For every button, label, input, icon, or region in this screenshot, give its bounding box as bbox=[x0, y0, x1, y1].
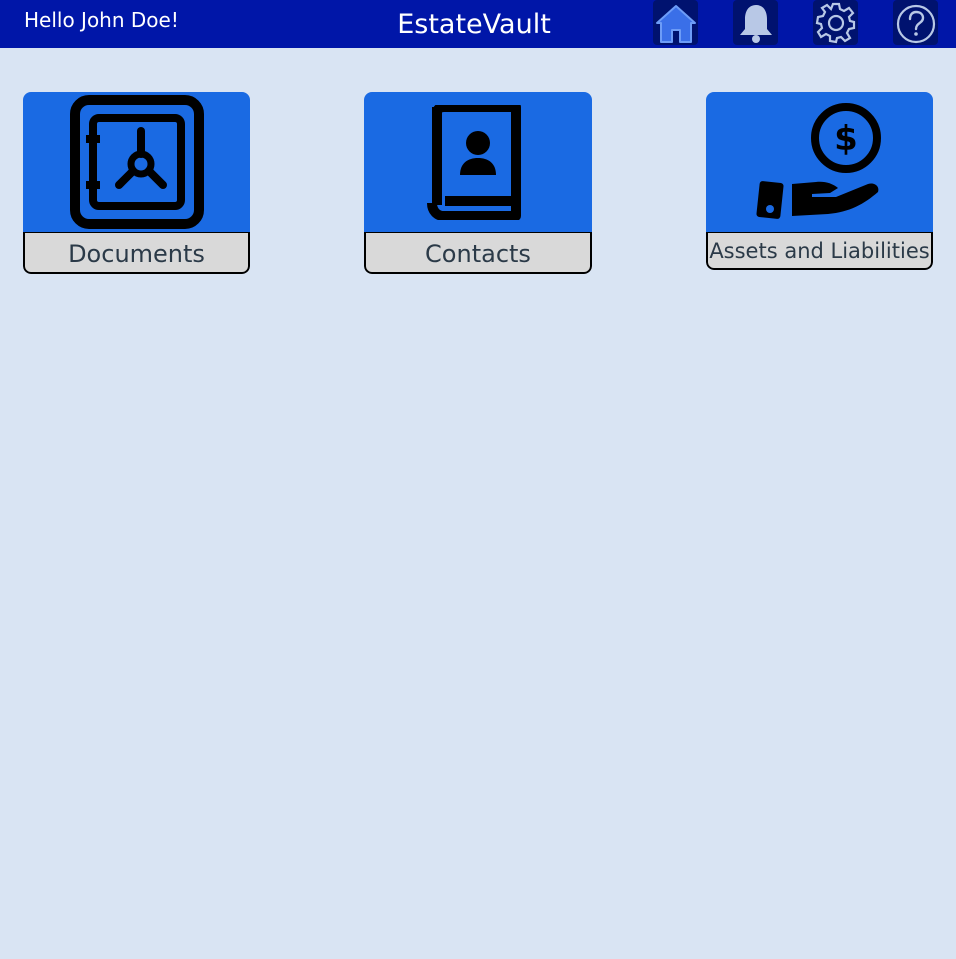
hand-coin-icon: $ bbox=[755, 103, 881, 219]
contacts-card[interactable]: Contacts bbox=[364, 92, 592, 274]
app-title: EstateVault bbox=[397, 9, 551, 40]
documents-card-image bbox=[23, 92, 250, 232]
greeting-text: Hello John Doe! bbox=[24, 8, 179, 32]
contacts-card-image bbox=[364, 92, 592, 232]
documents-label: Documents bbox=[23, 232, 250, 274]
bell-icon bbox=[739, 4, 772, 43]
help-icon bbox=[896, 4, 935, 43]
top-bar: Hello John Doe! EstateVault bbox=[0, 0, 956, 48]
documents-card[interactable]: Documents bbox=[23, 92, 250, 274]
notifications-button[interactable] bbox=[733, 0, 778, 45]
svg-text:$: $ bbox=[834, 119, 858, 159]
contacts-label: Contacts bbox=[364, 232, 592, 274]
assets-liabilities-card-image: $ bbox=[706, 92, 933, 232]
help-button[interactable] bbox=[893, 0, 938, 45]
assets-liabilities-label: Assets and Liabilities bbox=[706, 232, 933, 270]
assets-liabilities-card[interactable]: $ Assets and Liabilities bbox=[706, 92, 933, 270]
gear-icon bbox=[815, 2, 855, 43]
contact-book-icon bbox=[427, 104, 521, 220]
home-icon bbox=[655, 4, 696, 43]
settings-button[interactable] bbox=[813, 0, 858, 45]
safe-icon bbox=[69, 95, 204, 229]
home-button[interactable] bbox=[653, 0, 698, 45]
